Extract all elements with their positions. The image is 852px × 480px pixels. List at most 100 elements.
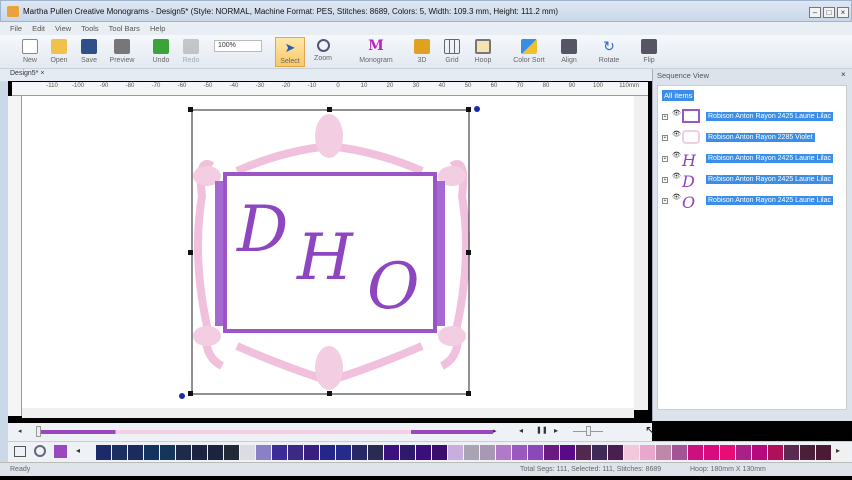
expand-icon[interactable]: + bbox=[662, 114, 668, 120]
color-swatch[interactable] bbox=[816, 445, 831, 460]
letter-o[interactable]: O bbox=[367, 250, 419, 324]
thread-search-icon[interactable] bbox=[34, 445, 46, 457]
color-swatch[interactable] bbox=[464, 445, 479, 460]
color-swatch[interactable] bbox=[608, 445, 623, 460]
hoop-button[interactable]: Hoop bbox=[470, 37, 496, 67]
color-swatch[interactable] bbox=[192, 445, 207, 460]
close-button[interactable]: × bbox=[837, 7, 849, 18]
color-swatch[interactable] bbox=[128, 445, 143, 460]
undo-button[interactable]: Undo bbox=[148, 37, 174, 67]
color-swatch[interactable] bbox=[448, 445, 463, 460]
color-swatch[interactable] bbox=[432, 445, 447, 460]
expand-icon[interactable]: + bbox=[662, 177, 668, 183]
eye-icon[interactable]: 👁 bbox=[672, 193, 681, 201]
color-swatch[interactable] bbox=[768, 445, 783, 460]
current-color-swatch[interactable] bbox=[54, 445, 67, 458]
timeline-slider-thumb[interactable] bbox=[36, 426, 41, 437]
expand-icon[interactable]: + bbox=[662, 135, 668, 141]
color-swatch[interactable] bbox=[384, 445, 399, 460]
color-swatch[interactable] bbox=[656, 445, 671, 460]
preview-button[interactable]: Preview bbox=[106, 37, 138, 67]
color-swatch[interactable] bbox=[144, 445, 159, 460]
eye-icon[interactable]: 👁 bbox=[672, 109, 681, 117]
close-panel-icon[interactable]: × bbox=[841, 70, 846, 79]
minimize-button[interactable]: – bbox=[809, 7, 821, 18]
select-button[interactable]: ➤ Select bbox=[275, 37, 305, 67]
palette-left-arrow[interactable]: ◂ bbox=[76, 446, 80, 455]
redo-button[interactable]: Redo bbox=[178, 37, 204, 67]
menu-tools[interactable]: Tools bbox=[81, 24, 99, 33]
open-button[interactable]: Open bbox=[46, 37, 72, 67]
color-sort-button[interactable]: Color Sort bbox=[510, 37, 548, 67]
timeline-left-arrow[interactable]: ◂ bbox=[18, 427, 22, 435]
color-swatch[interactable] bbox=[208, 445, 223, 460]
color-swatch[interactable] bbox=[720, 445, 735, 460]
zoom-level-select[interactable]: 100% bbox=[214, 40, 262, 52]
letter-d[interactable]: D bbox=[236, 193, 288, 267]
pause-button[interactable]: ❚❚ bbox=[536, 426, 548, 434]
eye-icon[interactable]: 👁 bbox=[672, 151, 681, 159]
color-swatch[interactable] bbox=[272, 445, 287, 460]
step-back-button[interactable]: ◂ bbox=[519, 426, 523, 435]
color-swatch[interactable] bbox=[576, 445, 591, 460]
color-swatch[interactable] bbox=[352, 445, 367, 460]
color-swatch[interactable] bbox=[640, 445, 655, 460]
horizontal-scrollbar[interactable] bbox=[22, 408, 634, 418]
color-swatch[interactable] bbox=[752, 445, 767, 460]
step-forward-button[interactable]: ▸ bbox=[554, 426, 558, 435]
flip-button[interactable]: Flip bbox=[636, 37, 662, 67]
expand-icon[interactable]: + bbox=[662, 198, 668, 204]
color-swatch[interactable] bbox=[224, 445, 239, 460]
color-swatch[interactable] bbox=[400, 445, 415, 460]
timeline-right-arrow[interactable]: ▸ bbox=[493, 427, 497, 435]
sequence-item[interactable]: + 👁 Robison Anton Rayon 2425 Laurie Lilac bbox=[660, 107, 846, 128]
color-swatch[interactable] bbox=[704, 445, 719, 460]
letter-h[interactable]: H bbox=[296, 221, 354, 295]
speed-slider-thumb[interactable] bbox=[586, 426, 591, 436]
expand-icon[interactable]: + bbox=[662, 156, 668, 162]
menu-edit[interactable]: Edit bbox=[32, 24, 45, 33]
3d-button[interactable]: 3D bbox=[410, 37, 434, 67]
align-button[interactable]: Align bbox=[556, 37, 582, 67]
color-swatch[interactable] bbox=[512, 445, 527, 460]
zoom-button[interactable]: Zoom bbox=[308, 37, 338, 67]
palette-right-arrow[interactable]: ▸ bbox=[836, 446, 840, 455]
all-items-node[interactable]: All items bbox=[662, 90, 695, 101]
sequence-item[interactable]: + 👁 H Robison Anton Rayon 2425 Laurie Lilac bbox=[660, 149, 846, 170]
tab-design5[interactable]: Design5* × bbox=[10, 70, 44, 77]
save-button[interactable]: Save bbox=[76, 37, 102, 67]
menu-help[interactable]: Help bbox=[150, 24, 165, 33]
eye-icon[interactable]: 👁 bbox=[672, 172, 681, 180]
color-swatch[interactable] bbox=[336, 445, 351, 460]
maximize-button[interactable]: □ bbox=[823, 7, 835, 18]
sequence-item[interactable]: + 👁 O Robison Anton Rayon 2425 Laurie Lilac bbox=[660, 191, 846, 212]
color-swatch[interactable] bbox=[480, 445, 495, 460]
color-swatch[interactable] bbox=[736, 445, 751, 460]
color-swatch[interactable] bbox=[112, 445, 127, 460]
color-swatch[interactable] bbox=[416, 445, 431, 460]
new-button[interactable]: New bbox=[18, 37, 42, 67]
monogram-button[interactable]: M Monogram bbox=[354, 37, 398, 67]
menu-toolbars[interactable]: Tool Bars bbox=[109, 24, 140, 33]
vertical-scrollbar[interactable] bbox=[634, 96, 648, 410]
color-swatch[interactable] bbox=[96, 445, 111, 460]
color-swatch[interactable] bbox=[800, 445, 815, 460]
menu-file[interactable]: File bbox=[10, 24, 22, 33]
stitch-progress-track[interactable] bbox=[38, 430, 493, 434]
color-swatch[interactable] bbox=[672, 445, 687, 460]
design-canvas[interactable]: D H O bbox=[22, 96, 634, 410]
eye-icon[interactable]: 👁 bbox=[672, 130, 681, 138]
color-swatch[interactable] bbox=[560, 445, 575, 460]
color-swatch[interactable] bbox=[624, 445, 639, 460]
rotate-button[interactable]: ↻ Rotate bbox=[594, 37, 624, 67]
rotate-handle[interactable] bbox=[474, 106, 480, 112]
color-swatch[interactable] bbox=[544, 445, 559, 460]
color-swatch[interactable] bbox=[496, 445, 511, 460]
menu-view[interactable]: View bbox=[55, 24, 71, 33]
sequence-item[interactable]: + 👁 D Robison Anton Rayon 2425 Laurie Lilac bbox=[660, 170, 846, 191]
color-swatch[interactable] bbox=[256, 445, 271, 460]
skew-handle[interactable] bbox=[179, 393, 185, 399]
color-swatch[interactable] bbox=[240, 445, 255, 460]
palette-grid-icon[interactable] bbox=[14, 446, 26, 457]
color-swatch[interactable] bbox=[784, 445, 799, 460]
